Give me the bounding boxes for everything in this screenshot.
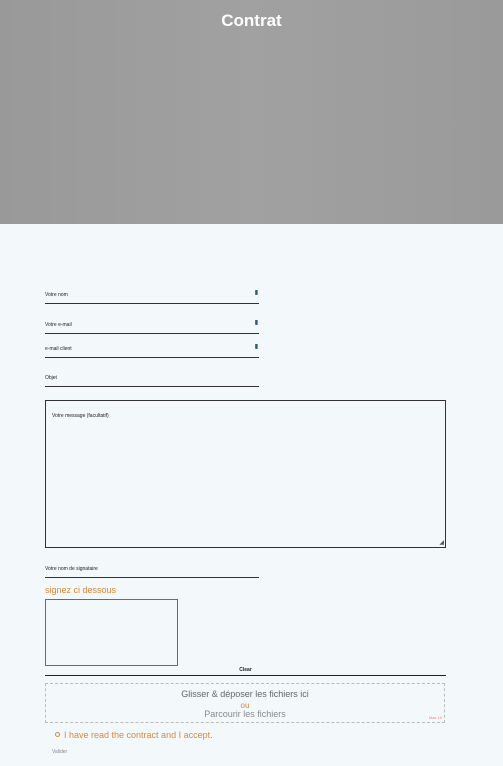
signer-name-label: Votre nom de signataire <box>45 566 98 572</box>
clear-signature-button[interactable]: Clear <box>45 667 446 673</box>
contact-card-icon: ▮ <box>254 290 258 296</box>
client-email-field-label: e-mail client <box>45 346 72 352</box>
dropzone-text: Glisser & déposer les fichiers ici <box>181 689 309 699</box>
upload-limit-text: Max 10 <box>428 715 442 720</box>
name-field-label: Votre nom <box>45 292 68 298</box>
client-email-field[interactable]: e-mail client ▮ <box>45 344 259 358</box>
divider <box>45 675 446 676</box>
contact-card-icon: ▮ <box>254 320 258 326</box>
message-textarea[interactable]: Votre message (facultatif) ◢ <box>45 400 446 548</box>
email-field[interactable]: Votre e-mail ▮ <box>45 320 259 334</box>
page-title: Contrat <box>221 11 282 30</box>
subject-field-label: Objet <box>45 375 57 381</box>
contact-card-icon: ▮ <box>254 344 258 350</box>
email-field-label: Votre e-mail <box>45 322 72 328</box>
file-dropzone[interactable]: Glisser & déposer les fichiers ici ou Pa… <box>45 683 445 723</box>
hero-banner: Contrat <box>0 0 503 224</box>
message-label: Votre message (facultatif) <box>52 413 109 419</box>
name-field[interactable]: Votre nom ▮ <box>45 290 259 304</box>
accept-checkbox-row[interactable]: I have read the contract and I accept. <box>55 730 213 740</box>
signature-pad[interactable] <box>45 599 178 666</box>
browse-files-link[interactable]: Parcourir les fichiers <box>46 709 444 719</box>
resize-handle-icon[interactable]: ◢ <box>439 540 444 546</box>
accept-label: I have read the contract and I accept. <box>64 730 213 740</box>
submit-button[interactable]: Valider <box>52 749 67 755</box>
accept-checkbox[interactable] <box>55 732 60 737</box>
subject-field[interactable]: Objet <box>45 375 259 387</box>
signer-name-field[interactable]: Votre nom de signataire <box>45 566 259 578</box>
signature-label: signez ci dessous <box>45 585 117 595</box>
